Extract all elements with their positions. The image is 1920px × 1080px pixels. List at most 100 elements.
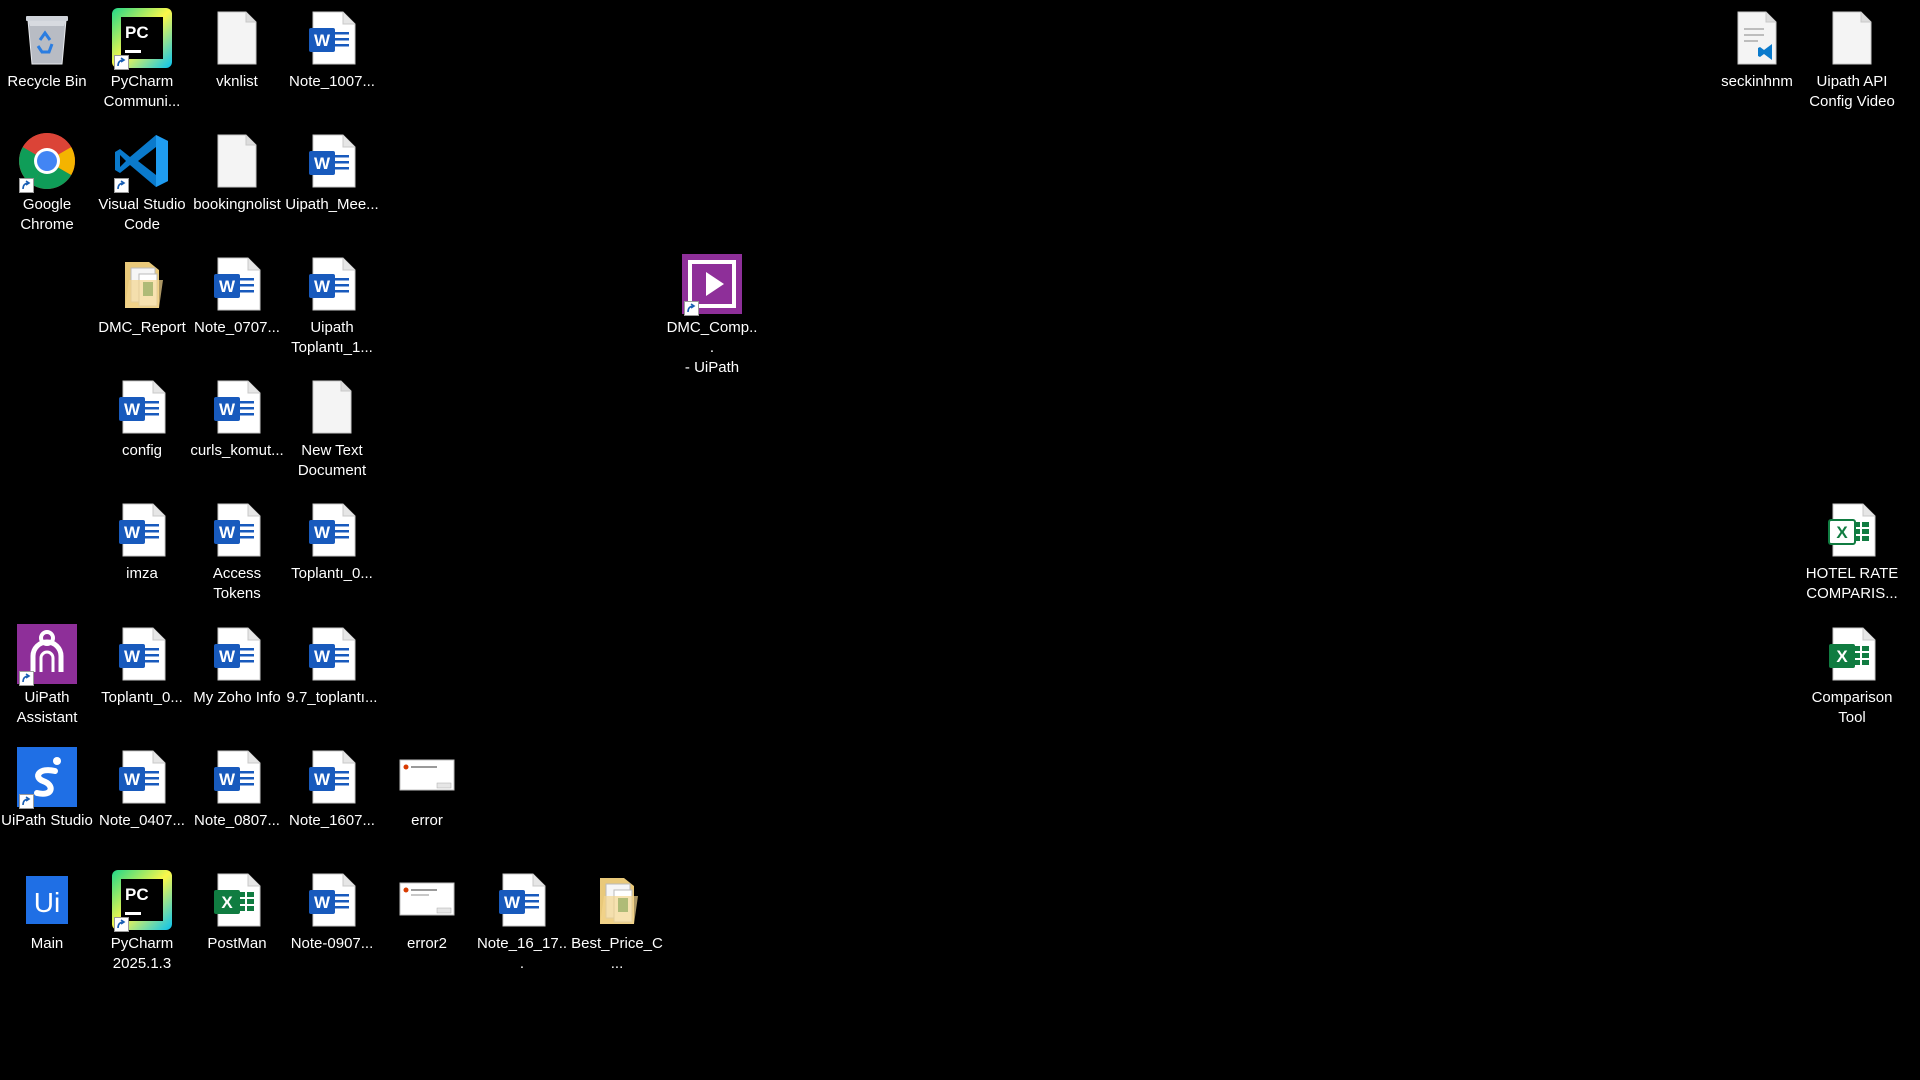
icon-label: seckinhnm [1721, 73, 1793, 90]
desktop-icon-dmc-comp-uipath[interactable]: DMC_Comp... - UiPath [665, 246, 759, 376]
desktop-icon-uipath-api-config-video[interactable]: Uipath API Config Video [1805, 0, 1899, 118]
icon-label: PostMan [207, 935, 267, 952]
desktop-icon-main[interactable]: Ui Main [0, 862, 94, 980]
icon-label: Visual Studio Code [98, 196, 186, 233]
word-document-icon: W [302, 8, 362, 68]
icon-label: PyCharm Communi... [103, 73, 181, 110]
desktop-icon-best-price[interactable]: Best_Price_C... [570, 862, 664, 980]
desktop-icon-toplanti-2[interactable]: W Toplantı_0... [95, 616, 189, 734]
desktop-icon-pycharm-2025[interactable]: PC PyCharm 2025.1.3 [95, 862, 189, 980]
desktop-icon-uipath-assistant[interactable]: UiPath Assistant [0, 616, 94, 734]
desktop-icon-hotel-rate-comparison[interactable]: X HOTEL RATE COMPARIS... [1805, 492, 1899, 610]
desktop-icon-comparison-tool[interactable]: X Comparison Tool [1805, 616, 1899, 734]
word-document-icon: W [302, 870, 362, 930]
desktop-icon-config[interactable]: W config [95, 369, 189, 487]
desktop-icon-note-1607[interactable]: W Note_1607... [285, 739, 379, 857]
svg-text:W: W [219, 277, 236, 296]
pycharm-icon: PC [112, 8, 172, 70]
icon-label: 9.7_toplantı... [286, 689, 378, 706]
desktop-icon-note-0707[interactable]: W Note_0707... [190, 246, 284, 364]
word-document-icon: W [112, 377, 172, 437]
pycharm-icon: PC [112, 870, 172, 932]
svg-text:X: X [221, 893, 233, 912]
icon-label: Best_Price_C... [571, 935, 663, 972]
svg-text:PC: PC [125, 885, 149, 904]
icon-label: Access Tokens [212, 565, 262, 602]
svg-text:W: W [314, 893, 331, 912]
word-document-icon: W [302, 500, 362, 560]
svg-text:PC: PC [125, 23, 149, 42]
icon-label: HOTEL RATE COMPARIS... [1805, 565, 1899, 602]
svg-text:W: W [314, 154, 331, 173]
icon-label: bookingnolist [193, 196, 281, 213]
desktop-icon-note-1007[interactable]: W Note_1007... [285, 0, 379, 118]
icon-label: Note_0707... [194, 319, 280, 336]
desktop-icon-uipath-mee[interactable]: W Uipath_Mee... [285, 123, 379, 241]
uipath-assistant-icon [17, 624, 77, 686]
icon-label: Note_1607... [289, 812, 375, 829]
text-file-icon [1822, 8, 1882, 68]
folder-icon [587, 870, 647, 930]
desktop-icon-uipath-studio[interactable]: UiPath Studio [0, 739, 94, 857]
desktop-icon-postman[interactable]: X PostMan [190, 862, 284, 980]
word-document-icon: W [302, 254, 362, 314]
icon-label: curls_komut... [190, 442, 284, 459]
text-file-icon [207, 8, 267, 68]
svg-text:W: W [124, 400, 141, 419]
desktop-icon-seckinhnm[interactable]: seckinhnm [1710, 0, 1804, 118]
svg-text:W: W [124, 523, 141, 542]
svg-text:W: W [124, 770, 141, 789]
excel-document-icon: X [207, 870, 267, 930]
shortcut-arrow-icon [114, 917, 129, 932]
word-document-icon: W [112, 624, 172, 684]
excel-document-icon: X [1822, 624, 1882, 684]
word-document-icon: W [112, 500, 172, 560]
desktop-icon-access-tokens[interactable]: W Access Tokens [190, 492, 284, 610]
word-document-icon: W [207, 624, 267, 684]
desktop-icon-imza[interactable]: W imza [95, 492, 189, 610]
desktop-icon-uipath-toplanti[interactable]: W Uipath Toplantı_1... [285, 246, 379, 364]
desktop-icon-pycharm-community[interactable]: PC PyCharm Communi... [95, 0, 189, 118]
desktop-icon-note-0407[interactable]: W Note_0407... [95, 739, 189, 857]
desktop-icon-visual-studio-code[interactable]: Visual Studio Code [95, 123, 189, 241]
icon-label: config [121, 442, 163, 459]
desktop-icon-toplanti-1[interactable]: W Toplantı_0... [285, 492, 379, 610]
desktop-icon-google-chrome[interactable]: Google Chrome [0, 123, 94, 241]
desktop-icon-vknlist[interactable]: vknlist [190, 0, 284, 118]
svg-text:W: W [219, 647, 236, 666]
icon-label: UiPath Assistant [16, 689, 78, 726]
icon-label: error2 [406, 935, 447, 952]
desktop-icon-new-text-document[interactable]: New Text Document [285, 369, 379, 487]
chrome-icon [17, 131, 77, 193]
desktop: Recycle Bin Google Chrome UiPath Assista… [0, 0, 1920, 1080]
desktop-icon-9-7-toplanti[interactable]: W 9.7_toplantı... [285, 616, 379, 734]
svg-text:X: X [1836, 647, 1848, 666]
desktop-icon-bookingnolist[interactable]: bookingnolist [190, 123, 284, 241]
uipath-video-icon [682, 254, 742, 316]
svg-text:W: W [219, 400, 236, 419]
svg-text:W: W [504, 893, 521, 912]
desktop-icon-note-0907[interactable]: W Note-0907... [285, 862, 379, 980]
word-document-icon: W [207, 500, 267, 560]
shortcut-arrow-icon [19, 671, 34, 686]
svg-text:W: W [219, 770, 236, 789]
svg-text:W: W [314, 523, 331, 542]
desktop-icon-curls-komut[interactable]: W curls_komut... [190, 369, 284, 487]
desktop-icon-recycle-bin[interactable]: Recycle Bin [0, 0, 94, 118]
desktop-icon-error2[interactable]: error2 [380, 862, 474, 980]
desktop-icon-note-0807[interactable]: W Note_0807... [190, 739, 284, 857]
desktop-icon-dmc-report[interactable]: DMC_Report [95, 246, 189, 364]
desktop-icon-error[interactable]: error [380, 739, 474, 857]
text-file-icon [207, 131, 267, 191]
icon-label: Note_1007... [289, 73, 375, 90]
svg-text:X: X [1836, 523, 1848, 542]
icon-label: DMC_Comp... - UiPath [666, 319, 758, 376]
recycle-bin-icon [17, 8, 77, 68]
shortcut-arrow-icon [19, 794, 34, 809]
svg-text:Ui: Ui [34, 887, 60, 918]
desktop-icon-note-16-17[interactable]: W Note_16_17... [475, 862, 569, 980]
word-document-icon: W [112, 747, 172, 807]
uipath-studio-icon [17, 747, 77, 809]
icon-label: vknlist [216, 73, 258, 90]
desktop-icon-my-zoho-info[interactable]: W My Zoho Info [190, 616, 284, 734]
